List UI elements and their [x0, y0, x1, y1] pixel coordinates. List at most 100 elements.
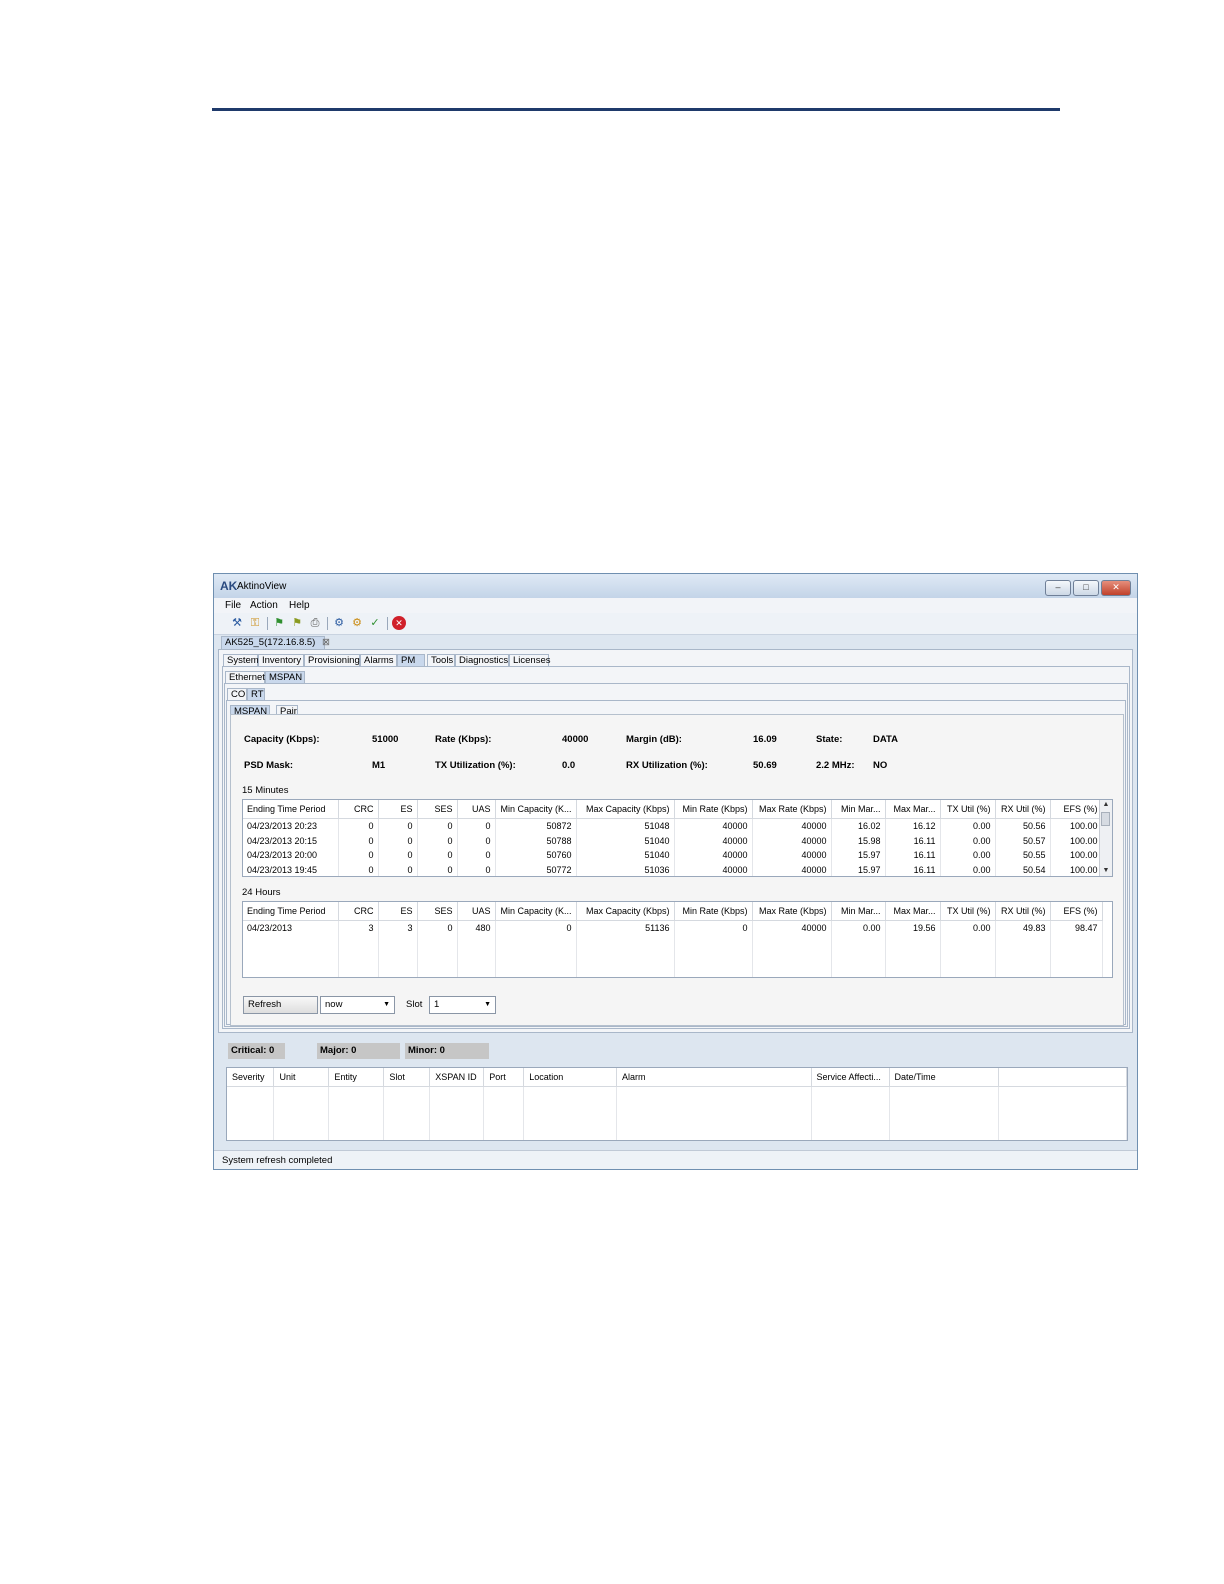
tab-alarms[interactable]: Alarms — [360, 654, 397, 666]
fifteen-min-column-header[interactable]: TX Util (%) — [940, 800, 996, 819]
fifteen-min-column-header[interactable]: Min Capacity (K... — [495, 800, 577, 819]
alarm-column-header[interactable]: Location — [523, 1068, 618, 1087]
printer-icon[interactable]: ⎙ — [308, 616, 322, 630]
tab-diagnostics[interactable]: Diagnostics — [455, 654, 509, 666]
alarm-column-header[interactable]: Port — [483, 1068, 525, 1087]
menu-file[interactable]: File — [225, 600, 241, 611]
twenty-four-hr-column-header[interactable]: TX Util (%) — [940, 902, 996, 921]
alarm-column-header[interactable]: Slot — [383, 1068, 431, 1087]
table-cell: 04/23/2013 20:00 — [243, 848, 339, 863]
twenty-four-hr-column-header[interactable]: Max Rate (Kbps) — [752, 902, 832, 921]
maximize-button[interactable]: □ — [1073, 580, 1099, 596]
alarm-column-header[interactable]: XSPAN ID — [429, 1068, 485, 1087]
scroll-thumb[interactable] — [1101, 812, 1110, 826]
table-cell: 40000 — [674, 833, 753, 848]
table-cell: 0 — [378, 848, 418, 863]
table-cell: 15.97 — [831, 848, 886, 863]
fifteen-min-column-header[interactable]: ES — [378, 800, 418, 819]
check-icon[interactable]: ✓ — [368, 616, 382, 630]
fifteen-min-column-header[interactable]: Max Capacity (Kbps) — [576, 800, 675, 819]
flag-green-icon[interactable]: ⚑ — [272, 616, 286, 630]
alarm-column-header[interactable]: Severity — [227, 1068, 275, 1087]
tab-tools[interactable]: Tools — [427, 654, 455, 666]
alarm-column-header[interactable]: Alarm — [616, 1068, 812, 1087]
wrench-icon[interactable]: ⚙ — [332, 616, 346, 630]
gear-search-icon[interactable]: ⚙ — [350, 616, 364, 630]
minimize-button[interactable]: – — [1045, 580, 1071, 596]
table-cell: 50.55 — [995, 848, 1051, 863]
tab-system[interactable]: System — [223, 654, 259, 666]
twenty-four-hr-column-header[interactable]: Ending Time Period — [243, 902, 339, 921]
twenty-four-hr-column-header[interactable]: CRC — [338, 902, 379, 921]
refresh-button[interactable]: Refresh — [243, 996, 318, 1014]
fifteen-min-column-header[interactable]: Max Rate (Kbps) — [752, 800, 832, 819]
tab-ethernet[interactable]: Ethernet — [225, 671, 265, 683]
fifteen-min-column-header[interactable]: UAS — [457, 800, 496, 819]
capacity-value: 51000 — [372, 734, 399, 745]
app-window: AK AktinoView – □ ✕ File Action Help ⚒ ⚿… — [213, 573, 1138, 1170]
flag-yellow-icon[interactable]: ⚑ — [290, 616, 304, 630]
table-cell: 0 — [417, 818, 458, 834]
twenty-four-hr-column-header[interactable]: SES — [417, 902, 458, 921]
fifteen-min-column-header[interactable]: Ending Time Period — [243, 800, 339, 819]
table-cell: 40000 — [752, 848, 832, 863]
table-cell: 40000 — [752, 818, 832, 834]
table-row[interactable]: 04/23/2013 20:23 0 0 0 0 50872 51048 40000 40000… — [243, 818, 1103, 834]
fifteen-min-column-header[interactable]: Min Mar... — [831, 800, 886, 819]
alarm-column-header[interactable]: Entity — [328, 1068, 385, 1087]
status-bar: System refresh completed — [214, 1150, 1137, 1169]
tab-provisioning[interactable]: Provisioning — [304, 654, 360, 666]
twenty-four-hr-column-header[interactable]: Min Rate (Kbps) — [674, 902, 753, 921]
close-button[interactable]: ✕ — [1101, 580, 1131, 596]
twenty-four-hr-column-header[interactable]: Min Capacity (K... — [495, 902, 577, 921]
tab-pm[interactable]: PM — [397, 654, 425, 666]
device-tab-close-icon[interactable]: ⊠ — [322, 637, 330, 648]
twenty-four-hr-column-header[interactable]: ES — [378, 902, 418, 921]
tab-rt[interactable]: RT — [247, 688, 265, 700]
connect-icon[interactable]: ⚒ — [230, 616, 244, 630]
alarm-column-header[interactable]: Unit — [273, 1068, 330, 1087]
fifteen-min-column-header[interactable]: EFS (%) — [1050, 800, 1103, 819]
twenty-four-hours-table[interactable]: Ending Time Period CRC ES SES UAS Min Capacit… — [242, 901, 1113, 978]
twenty-four-hr-column-header[interactable]: UAS — [457, 902, 496, 921]
twenty-four-hr-column-header[interactable]: Min Mar... — [831, 902, 886, 921]
twenty-four-hr-column-header[interactable]: EFS (%) — [1050, 902, 1103, 921]
scroll-up-icon[interactable]: ▲ — [1100, 800, 1112, 810]
menu-help[interactable]: Help — [289, 600, 310, 611]
table-row[interactable]: 04/23/2013 3 3 0 480 0 51136 0 40000 0.00 19.56 0.0… — [243, 920, 1103, 936]
period-select[interactable]: now ▼ — [320, 996, 395, 1014]
fifteen-min-column-header[interactable]: RX Util (%) — [995, 800, 1051, 819]
menu-action[interactable]: Action — [250, 600, 278, 611]
fifteen-min-column-header[interactable]: SES — [417, 800, 458, 819]
alarm-column-header[interactable]: Service Affecti... — [811, 1068, 890, 1087]
scroll-down-icon[interactable]: ▼ — [1100, 866, 1112, 876]
table-row[interactable]: 04/23/2013 20:15 0 0 0 0 50788 51040 40000 40000… — [243, 833, 1103, 848]
tab-licenses[interactable]: Licenses — [509, 654, 551, 666]
fifteen-minutes-scrollbar[interactable]: ▲ ▼ — [1099, 800, 1112, 876]
tab-mspan[interactable]: MSPAN — [265, 671, 305, 683]
table-row[interactable]: 04/23/2013 20:00 0 0 0 0 50760 51040 40000 40000… — [243, 848, 1103, 863]
alarm-column-header[interactable]: Date/Time — [889, 1068, 1000, 1087]
alarm-table[interactable]: Severity Unit Entity Slot XSPAN ID Port Locati… — [226, 1067, 1128, 1141]
tab-co[interactable]: CO — [227, 688, 247, 700]
device-tab[interactable]: AK525_5(172.16.8.5) ⊠ — [221, 636, 330, 649]
fifteen-min-column-header[interactable]: Min Rate (Kbps) — [674, 800, 753, 819]
fifteen-min-column-header[interactable]: CRC — [338, 800, 379, 819]
twenty-four-hr-column-header[interactable]: Max Mar... — [885, 902, 941, 921]
table-cell: 100.00 — [1050, 818, 1103, 834]
fifteen-min-column-header[interactable]: Max Mar... — [885, 800, 941, 819]
table-row[interactable]: 04/23/2013 19:45 0 0 0 0 50772 51036 40000 40000… — [243, 862, 1103, 876]
key-icon[interactable]: ⚿ — [248, 616, 262, 630]
stop-icon[interactable]: ✕ — [392, 616, 406, 630]
table-cell: 0.00 — [940, 920, 996, 936]
title-bar[interactable]: AK AktinoView – □ ✕ — [214, 574, 1137, 598]
twenty-four-hr-column-header[interactable]: RX Util (%) — [995, 902, 1051, 921]
twenty-four-hr-column-header[interactable]: Max Capacity (Kbps) — [576, 902, 675, 921]
tab-inventory[interactable]: Inventory — [258, 654, 304, 666]
table-cell: 100.00 — [1050, 848, 1103, 863]
slot-select[interactable]: 1 ▼ — [429, 996, 496, 1014]
table-cell: 50.57 — [995, 833, 1051, 848]
table-cell: 04/23/2013 — [243, 920, 339, 936]
table-cell: 0 — [674, 920, 753, 936]
fifteen-minutes-table[interactable]: Ending Time Period CRC ES SES UAS Min Capacit… — [242, 799, 1113, 877]
